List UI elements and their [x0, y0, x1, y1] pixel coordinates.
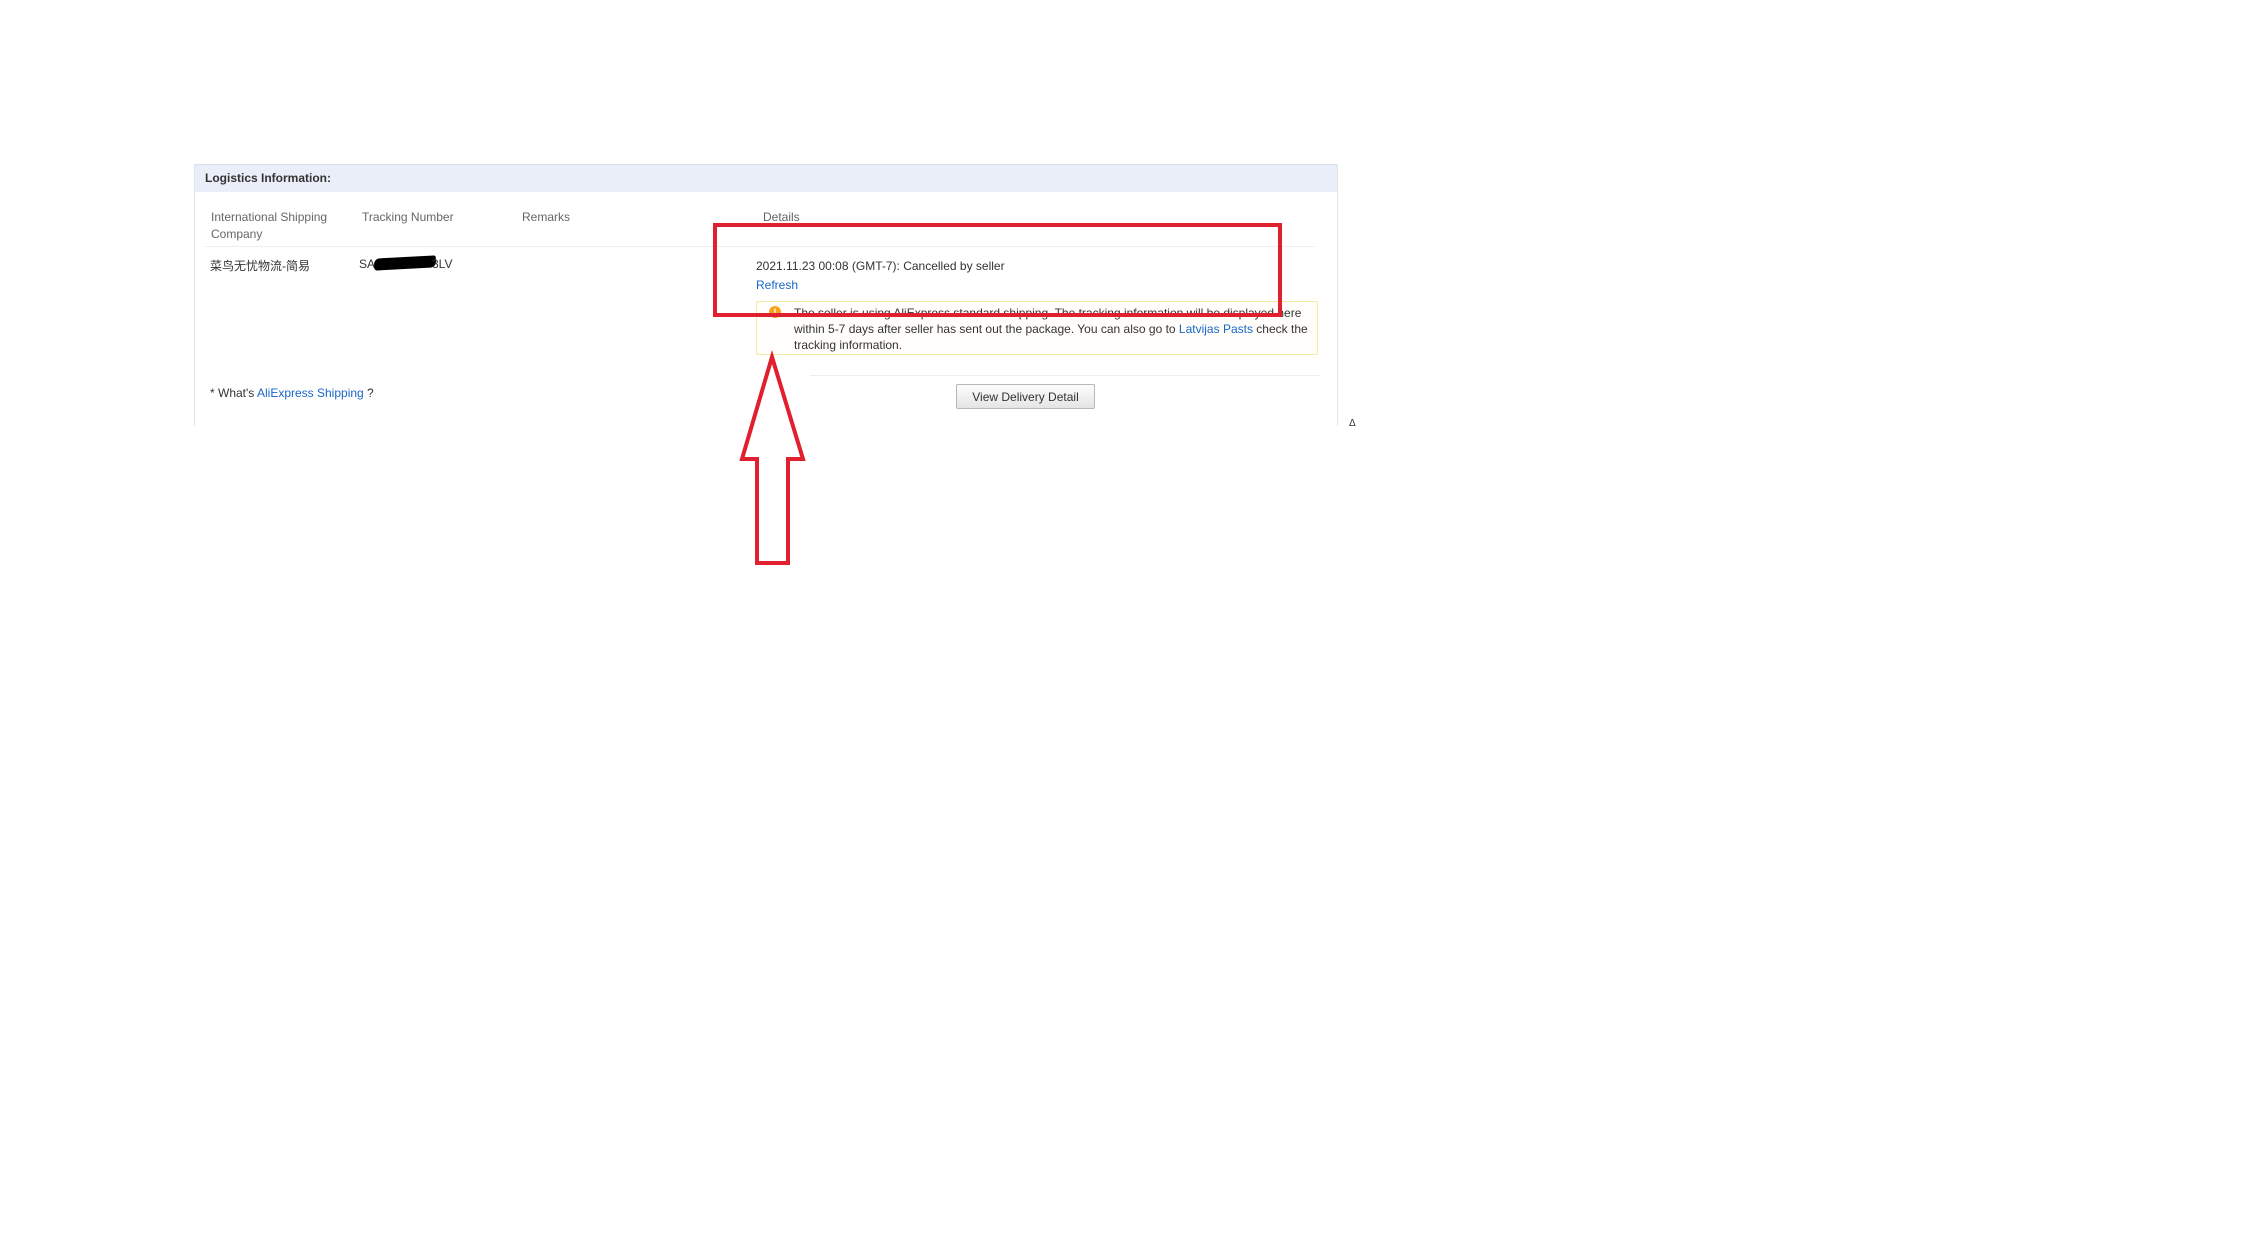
- column-header-company: International Shipping Company: [211, 210, 328, 241]
- shipping-help-prefix: * What's: [210, 386, 257, 400]
- warning-icon: !: [769, 306, 781, 318]
- shipping-help: * What's AliExpress Shipping ?: [210, 386, 374, 400]
- header-divider: [205, 246, 1315, 247]
- shipping-company: 菜鸟无忧物流-简易: [210, 259, 310, 273]
- column-header-tracking: Tracking Number: [362, 210, 454, 224]
- refresh-link[interactable]: Refresh: [756, 278, 798, 292]
- scroll-up-icon[interactable]: Δ: [1349, 418, 1356, 429]
- aliexpress-shipping-link[interactable]: AliExpress Shipping: [257, 386, 364, 400]
- tracking-number-prefix: SA: [359, 257, 376, 271]
- column-header-remarks: Remarks: [522, 210, 571, 224]
- shipping-help-suffix: ?: [363, 386, 374, 400]
- tracking-status: 2021.11.23 00:08 (GMT-7): Cancelled by s…: [756, 259, 1005, 273]
- column-header-details: Details: [763, 210, 800, 224]
- notice-text: The seller is using AliExpress standard …: [794, 305, 1309, 353]
- panel-header: Logistics Information:: [195, 164, 1337, 192]
- latvijas-pasts-link[interactable]: Latvijas Pasts: [1179, 322, 1253, 336]
- notice-divider: [810, 375, 1320, 376]
- panel-title: Logistics Information:: [205, 171, 331, 185]
- tracking-notice: ! The seller is using AliExpress standar…: [756, 301, 1318, 355]
- view-delivery-detail-button[interactable]: View Delivery Detail: [956, 384, 1095, 409]
- tracking-number-suffix: 3LV: [432, 257, 453, 271]
